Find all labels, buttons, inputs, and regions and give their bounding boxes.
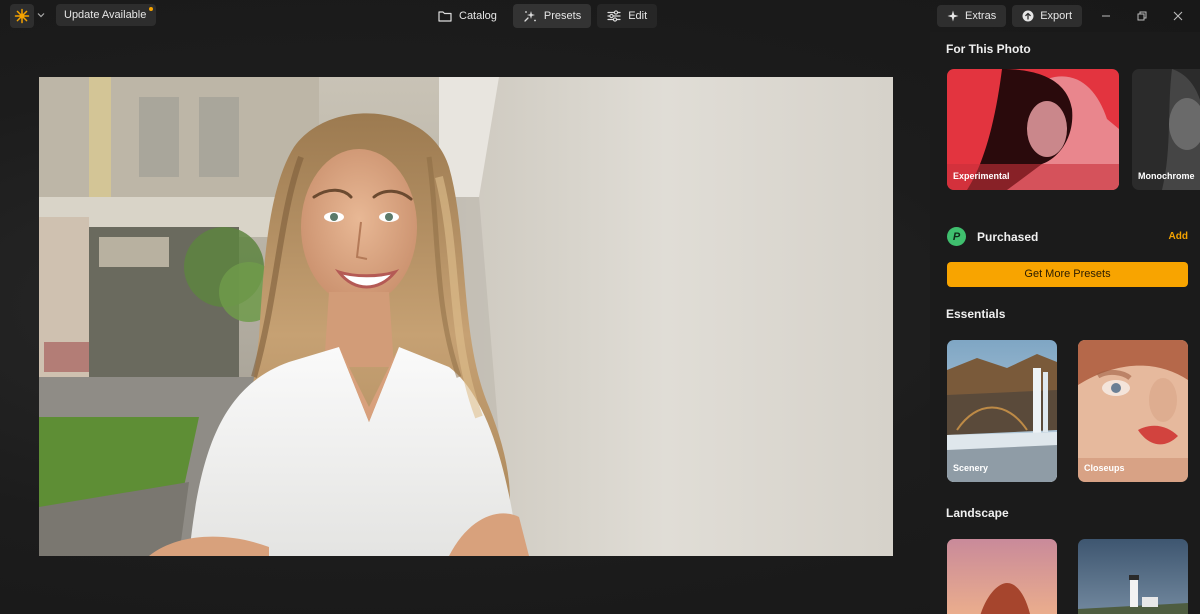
- tab-edit[interactable]: Edit: [597, 4, 658, 28]
- preset-card-monochrome-label: Monochrome: [1138, 171, 1195, 181]
- update-indicator-dot: [149, 7, 154, 11]
- minimize-button[interactable]: [1088, 4, 1124, 28]
- tab-catalog[interactable]: Catalog: [428, 4, 507, 28]
- tab-presets-label: Presets: [543, 10, 582, 22]
- window-right-controls: Extras Export: [937, 4, 1200, 28]
- get-more-presets-button[interactable]: Get More Presets: [947, 262, 1188, 287]
- purchased-add-link[interactable]: Add: [1169, 231, 1188, 242]
- sparkle-star-icon: [947, 10, 959, 22]
- preset-card-experimental[interactable]: Experimental: [947, 69, 1119, 190]
- sun-logo-icon: [14, 8, 30, 24]
- tab-catalog-label: Catalog: [459, 10, 497, 22]
- update-available-label: Update Available: [64, 9, 147, 21]
- folder-icon: [438, 11, 452, 22]
- minimize-icon: [1102, 15, 1110, 17]
- preset-card-closeups-label: Closeups: [1084, 463, 1125, 473]
- close-button[interactable]: [1160, 4, 1196, 28]
- photo-canvas[interactable]: [39, 77, 893, 556]
- extras-label: Extras: [965, 10, 997, 22]
- logo-menu-chevron-down-icon[interactable]: [36, 8, 46, 22]
- portrait-photo: [39, 77, 893, 556]
- extras-button[interactable]: Extras: [937, 5, 1007, 27]
- preset-card-landscape-1[interactable]: [947, 539, 1057, 614]
- section-title-essentials: Essentials: [946, 307, 1006, 321]
- section-title-for-this-photo: For This Photo: [946, 42, 1031, 56]
- preset-card-experimental-label: Experimental: [953, 171, 1010, 181]
- purchased-row[interactable]: P Purchased Add: [946, 226, 1188, 248]
- main-nav: Catalog Presets Edit: [428, 4, 658, 28]
- preset-card-monochrome[interactable]: Monochrome: [1132, 69, 1200, 190]
- preset-card-scenery-label: Scenery: [953, 463, 989, 473]
- purchased-p-icon: P: [947, 227, 966, 246]
- update-available-button[interactable]: Update Available: [56, 4, 157, 26]
- landscape-sunset-thumbnail: [947, 539, 1057, 614]
- luminar-app-window: Update Available Catalog Presets Edit Ex…: [0, 0, 1200, 614]
- sliders-icon: [607, 10, 621, 22]
- close-icon: [1173, 11, 1183, 21]
- closeups-thumbnail: [1078, 340, 1188, 482]
- export-button[interactable]: Export: [1012, 5, 1082, 27]
- presets-panel: For This Photo Experimental Monochrome P…: [930, 32, 1200, 614]
- restore-button[interactable]: [1124, 4, 1160, 28]
- sparkle-icon: [524, 11, 536, 22]
- export-label: Export: [1040, 10, 1072, 22]
- tab-edit-label: Edit: [628, 10, 648, 22]
- preset-card-landscape-2[interactable]: [1078, 539, 1188, 614]
- landscape-lighthouse-thumbnail: [1078, 539, 1188, 614]
- preset-card-scenery[interactable]: Scenery: [947, 340, 1057, 482]
- scenery-thumbnail: [947, 340, 1057, 482]
- app-logo-button[interactable]: [10, 4, 34, 28]
- tab-presets[interactable]: Presets: [512, 4, 592, 28]
- purchased-label: Purchased: [977, 230, 1039, 244]
- export-upload-icon: [1022, 10, 1034, 22]
- section-title-landscape: Landscape: [946, 506, 1009, 520]
- preset-card-closeups[interactable]: Closeups: [1078, 340, 1188, 482]
- restore-window-icon: [1137, 11, 1147, 21]
- top-bar: Update Available Catalog Presets Edit Ex…: [0, 0, 1200, 32]
